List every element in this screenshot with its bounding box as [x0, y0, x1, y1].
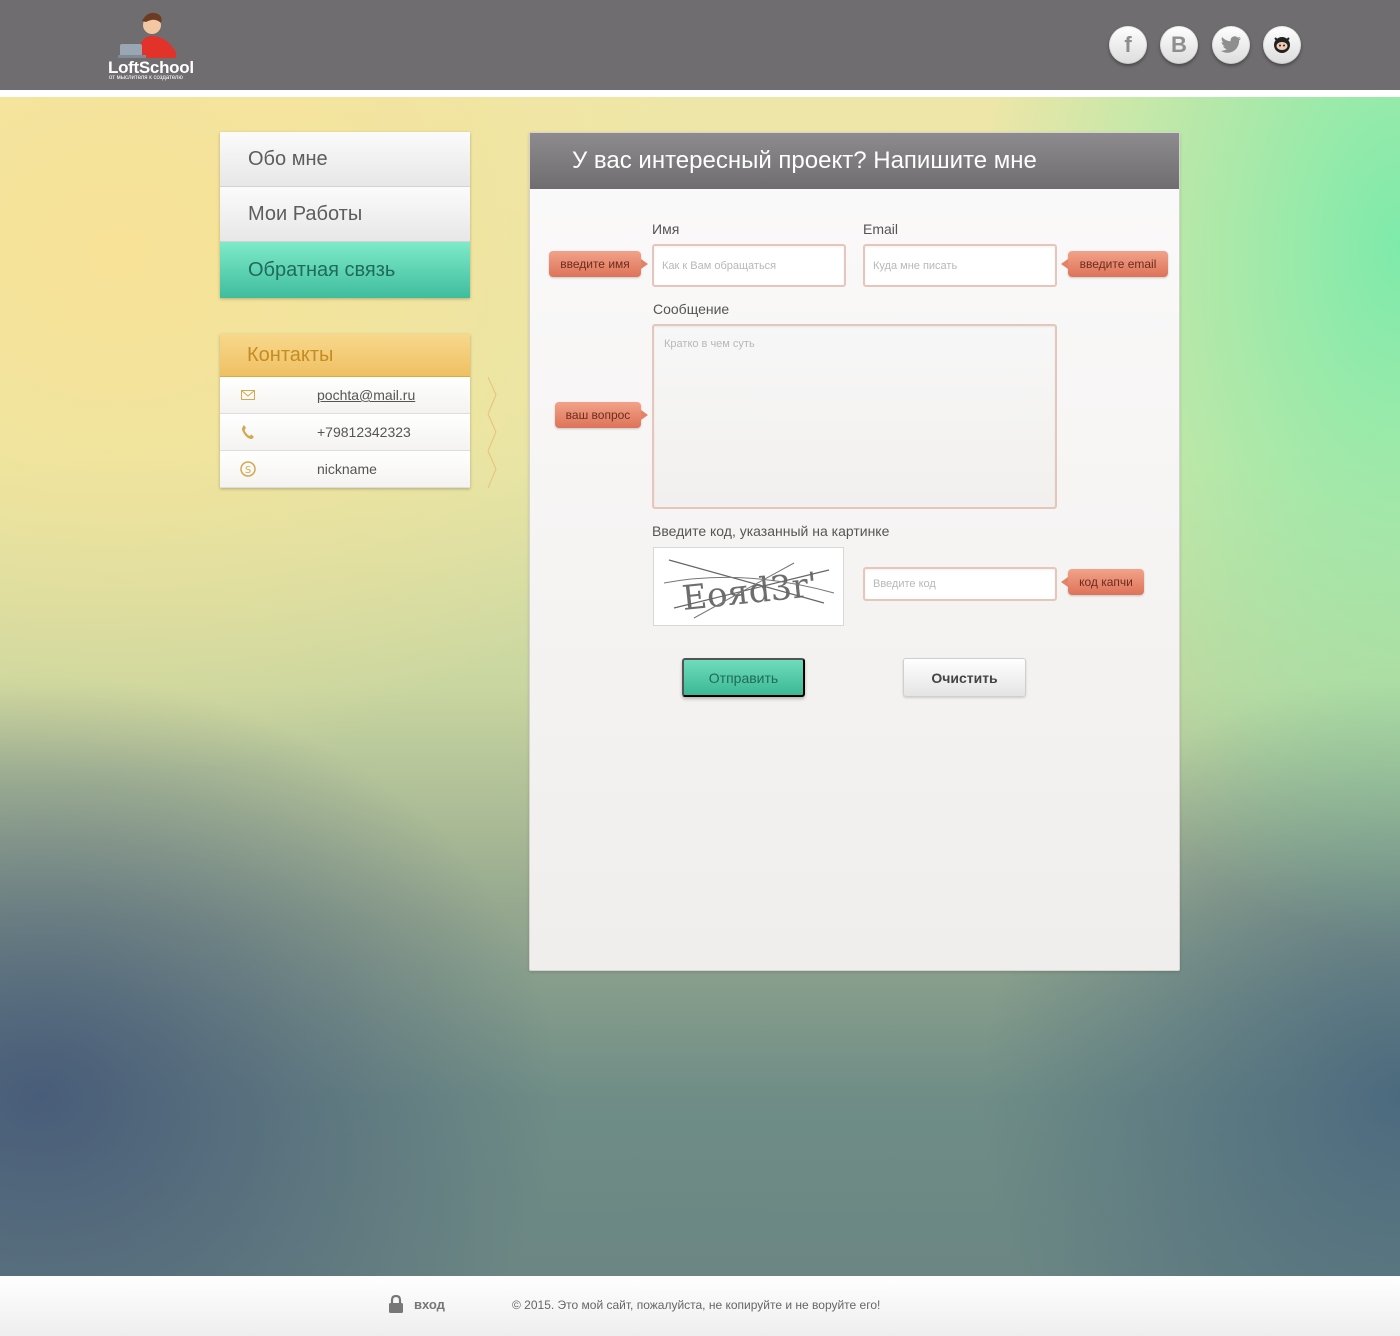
mail-icon: [220, 390, 275, 400]
lock-icon: [389, 1294, 403, 1313]
octocat-icon: [1274, 37, 1290, 53]
twitter-icon[interactable]: [1212, 26, 1250, 64]
captcha-drawing: Eoяd3r': [663, 559, 835, 619]
name-tooltip: введите имя: [549, 251, 648, 277]
brand-tagline: от мыслителя к создателю: [109, 75, 183, 81]
message-textarea[interactable]: [652, 324, 1057, 509]
submit-button[interactable]: Отправить: [682, 658, 805, 697]
clear-button[interactable]: Очистить: [903, 658, 1026, 697]
nav-item-about[interactable]: Обо мне: [220, 132, 470, 187]
contact-skype-row: S nickname: [220, 451, 497, 488]
email-input[interactable]: [863, 244, 1057, 287]
svg-text:S: S: [244, 465, 250, 476]
login-label: вход: [414, 1296, 445, 1312]
github-icon[interactable]: [1263, 26, 1301, 64]
copyright-text: © 2015. Это мой сайт, пожалуйста, не коп…: [512, 1298, 881, 1312]
vk-icon[interactable]: B: [1160, 26, 1198, 64]
captcha-image: Eoяd3r': [653, 547, 844, 626]
phone-icon: [220, 424, 275, 440]
contacts-block: Контакты pochta@mail.ru +79812342323 S n…: [220, 334, 497, 488]
contact-phone-row: +79812342323: [220, 414, 497, 451]
nav-item-feedback[interactable]: Обратная связь: [220, 242, 470, 298]
login-link[interactable]: вход: [388, 1294, 445, 1314]
captcha-tooltip: код капчи: [1061, 569, 1144, 595]
contact-email-row: pochta@mail.ru: [220, 377, 497, 414]
name-label: Имя: [652, 221, 680, 237]
divider-chevron: [487, 451, 497, 488]
email-tooltip: введите email: [1061, 251, 1168, 277]
nav-item-works[interactable]: Мои Работы: [220, 187, 470, 242]
contact-phone: +79812342323: [317, 424, 411, 440]
message-label: Сообщение: [653, 301, 730, 317]
contact-skype: nickname: [317, 461, 377, 477]
facebook-icon[interactable]: f: [1109, 26, 1147, 64]
contacts-title: Контакты: [220, 334, 470, 377]
main-nav: Обо мне Мои Работы Обратная связь: [220, 132, 470, 298]
form-title: У вас интересный проект? Напишите мне: [530, 133, 1179, 189]
contact-email[interactable]: pochta@mail.ru: [317, 387, 415, 403]
site-header: LoftSchool от мыслителя к создателю f B: [0, 0, 1400, 97]
twitter-bird-icon: [1220, 36, 1241, 53]
divider-chevron: [487, 414, 497, 451]
skype-icon: S: [220, 461, 275, 477]
email-label: Email: [863, 221, 899, 237]
captcha-text: Eoяd3r': [680, 565, 819, 619]
captcha-label: Введите код, указанный на картинке: [652, 523, 890, 539]
divider-chevron: [487, 377, 497, 414]
facebook-glyph: f: [1124, 32, 1132, 57]
vk-glyph: B: [1171, 32, 1187, 57]
name-input[interactable]: [652, 244, 846, 287]
message-tooltip: ваш вопрос: [555, 402, 648, 428]
captcha-input[interactable]: [863, 567, 1057, 601]
